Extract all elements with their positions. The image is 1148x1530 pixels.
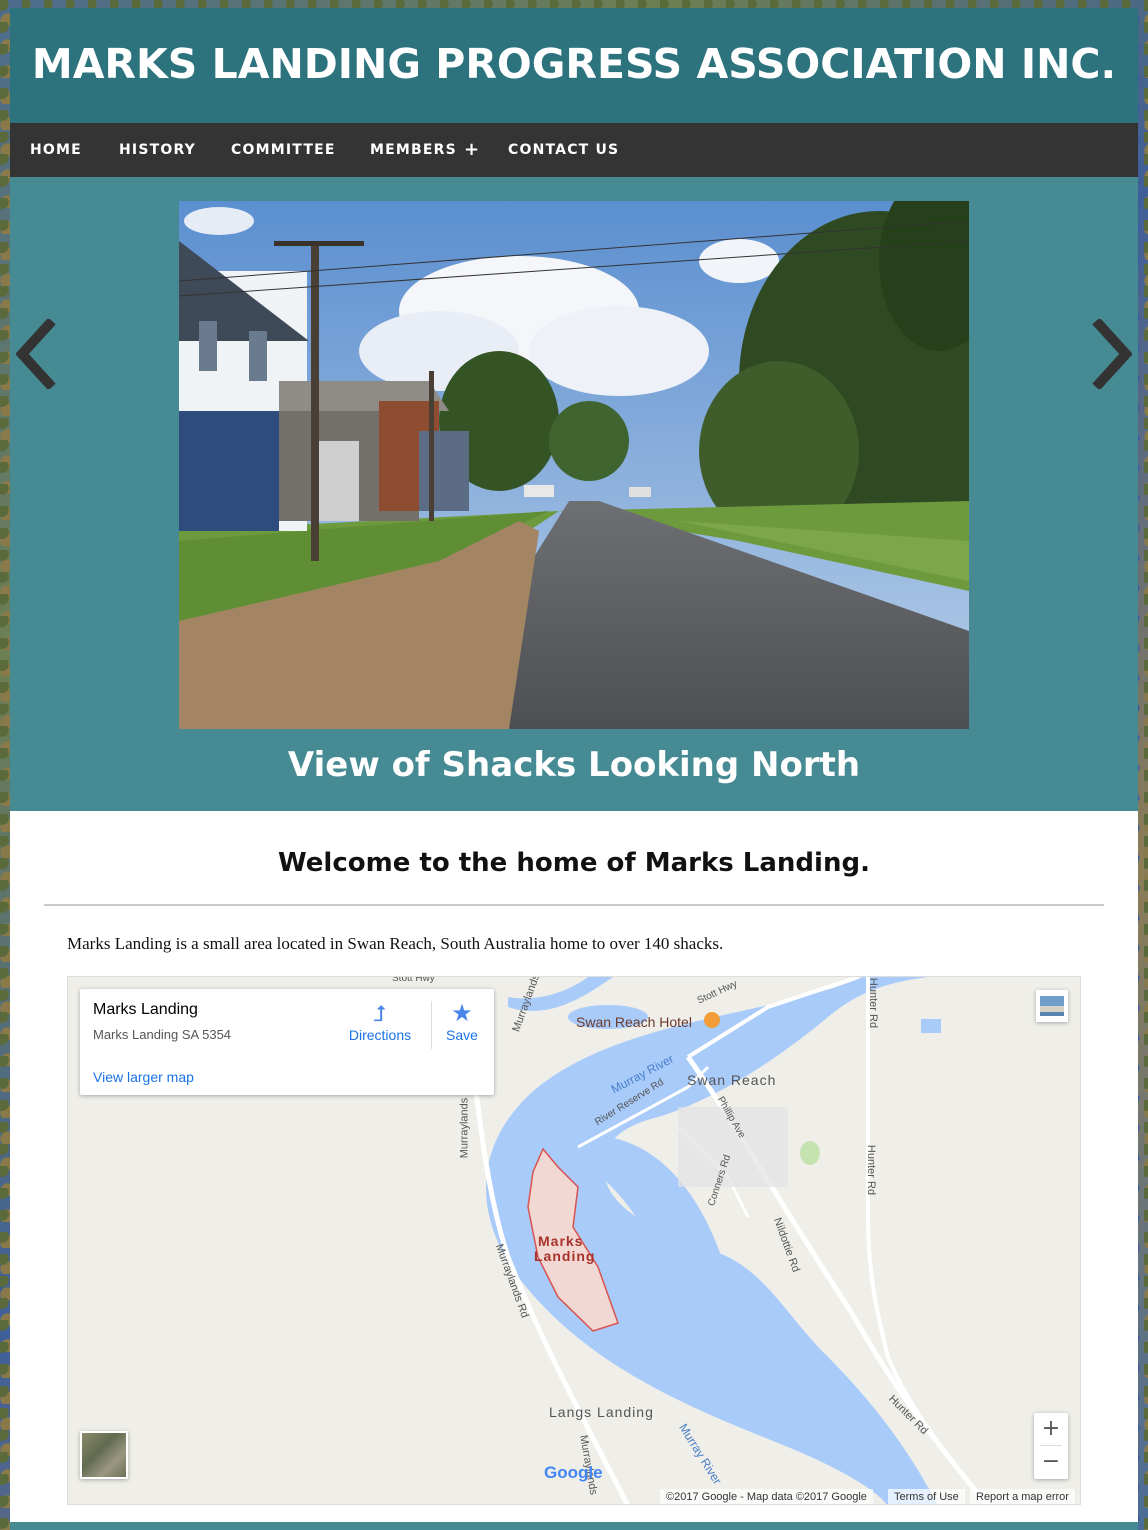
map-label-murraylands-2: Murraylands <box>458 1097 471 1159</box>
main-nav: HOME HISTORY COMMITTEE MEMBERS + CONTACT… <box>10 123 1138 177</box>
map-label-landing: Landing <box>534 1248 596 1264</box>
nav-item-contact-us[interactable]: CONTACT US <box>508 123 619 177</box>
nav-item-history[interactable]: HISTORY <box>119 123 196 177</box>
map-label-hotel[interactable]: Swan Reach Hotel <box>576 1014 692 1030</box>
site-header: MARKS LANDING PROGRESS ASSOCIATION INC. <box>10 8 1138 123</box>
star-icon: ★ <box>451 1000 473 1027</box>
slide-caption: View of Shacks Looking North <box>287 745 861 785</box>
google-logo: Google <box>544 1463 603 1483</box>
slide-photo <box>179 201 969 729</box>
place-title: Marks Landing <box>93 1001 198 1018</box>
satellite-toggle[interactable] <box>80 1431 128 1479</box>
map-label-langs-landing: Langs Landing <box>549 1404 654 1420</box>
map-label-hunter-2: Hunter Rd <box>865 1144 878 1196</box>
restaurant-icon[interactable] <box>704 1012 720 1028</box>
nav-item-committee[interactable]: COMMITTEE <box>231 123 336 177</box>
save-button[interactable]: ★ Save <box>442 1000 482 1044</box>
google-logo-text: Google <box>544 1463 603 1482</box>
site-title[interactable]: MARKS LANDING PROGRESS ASSOCIATION INC. <box>10 40 1138 88</box>
nav-item-home[interactable]: HOME <box>30 123 82 177</box>
satellite-icon <box>1040 996 1064 1016</box>
place-card: Marks Landing Marks Landing SA 5354 ⮥ Di… <box>80 989 494 1095</box>
save-label: Save <box>446 1027 478 1043</box>
report-error-link[interactable]: Report a map error <box>970 1489 1075 1504</box>
directions-label: Directions <box>348 1027 412 1043</box>
place-address: Marks Landing SA 5354 <box>93 1027 232 1042</box>
view-larger-map-link[interactable]: View larger map <box>93 1069 194 1085</box>
fullscreen-button[interactable] <box>1036 990 1068 1022</box>
welcome-heading: Welcome to the home of Marks Landing. <box>278 848 870 878</box>
divider <box>44 904 1104 906</box>
image-slider: View of Shacks Looking North <box>10 177 1138 811</box>
zoom-controls: + − <box>1034 1413 1068 1479</box>
terms-link[interactable]: Terms of Use <box>888 1489 965 1504</box>
page: MARKS LANDING PROGRESS ASSOCIATION INC. … <box>10 8 1138 1530</box>
map-label-marks: Marks <box>538 1233 584 1249</box>
embedded-map[interactable]: Swan Reach Hotel Swan Reach Marks Landin… <box>67 976 1081 1505</box>
members-expand-icon[interactable]: + <box>464 123 479 177</box>
map-label-swan-reach: Swan Reach <box>687 1072 777 1088</box>
map-attribution: ©2017 Google - Map data ©2017 Google <box>660 1489 873 1504</box>
chevron-right-icon[interactable] <box>1092 317 1133 391</box>
zoom-out-button[interactable]: − <box>1034 1446 1068 1478</box>
intro-text: Marks Landing is a small area located in… <box>67 934 724 953</box>
directions-button[interactable]: ⮥ Directions <box>348 1001 412 1043</box>
map-label-hunter-1: Hunter Rd <box>867 977 880 1029</box>
card-separator <box>431 1001 432 1049</box>
footer-strip <box>10 1522 1138 1530</box>
zoom-in-button[interactable]: + <box>1034 1413 1068 1445</box>
map-label-stott-1: Stott Hwy <box>392 976 435 984</box>
chevron-left-icon[interactable] <box>15 317 56 391</box>
directions-icon: ⮥ <box>373 1001 387 1026</box>
nav-item-members[interactable]: MEMBERS <box>370 123 457 177</box>
